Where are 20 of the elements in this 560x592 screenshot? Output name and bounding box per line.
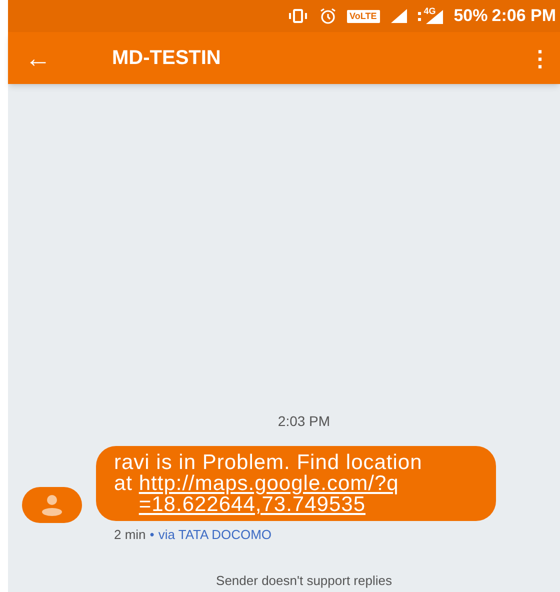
- carrier-info: via TATA DOCOMO: [158, 526, 272, 544]
- avatar-icon: [22, 487, 82, 523]
- conversation-title: MD-TESTIN: [112, 46, 222, 71]
- alarm-icon: [318, 7, 337, 25]
- menu-button[interactable]: ⋮: [520, 42, 560, 74]
- back-button[interactable]: ←: [8, 45, 68, 71]
- battery-level: 50%: [454, 5, 488, 28]
- network-type: 4G: [424, 5, 436, 18]
- message-age: 2 min: [114, 526, 146, 544]
- message-bubble: ravi is in Problem. Find location at http://maps.google.com/?q=18.622644,73.749535: [96, 446, 496, 521]
- signal-icon: [390, 8, 408, 24]
- signal-icon: [424, 7, 444, 25]
- separator-dot: •: [150, 526, 154, 544]
- message-timestamp: 2:03 PM: [278, 412, 330, 431]
- vibrate-icon: [286, 9, 309, 23]
- colon-icon: [418, 12, 421, 20]
- location-link[interactable]: http://maps.google.com/?q=18.622644,73.749535: [138, 473, 407, 515]
- volte-badge: VoLTE: [346, 10, 380, 22]
- footer-note: Sender doesn't support replies: [216, 572, 392, 590]
- status-time: 2:06 PM: [492, 5, 556, 28]
